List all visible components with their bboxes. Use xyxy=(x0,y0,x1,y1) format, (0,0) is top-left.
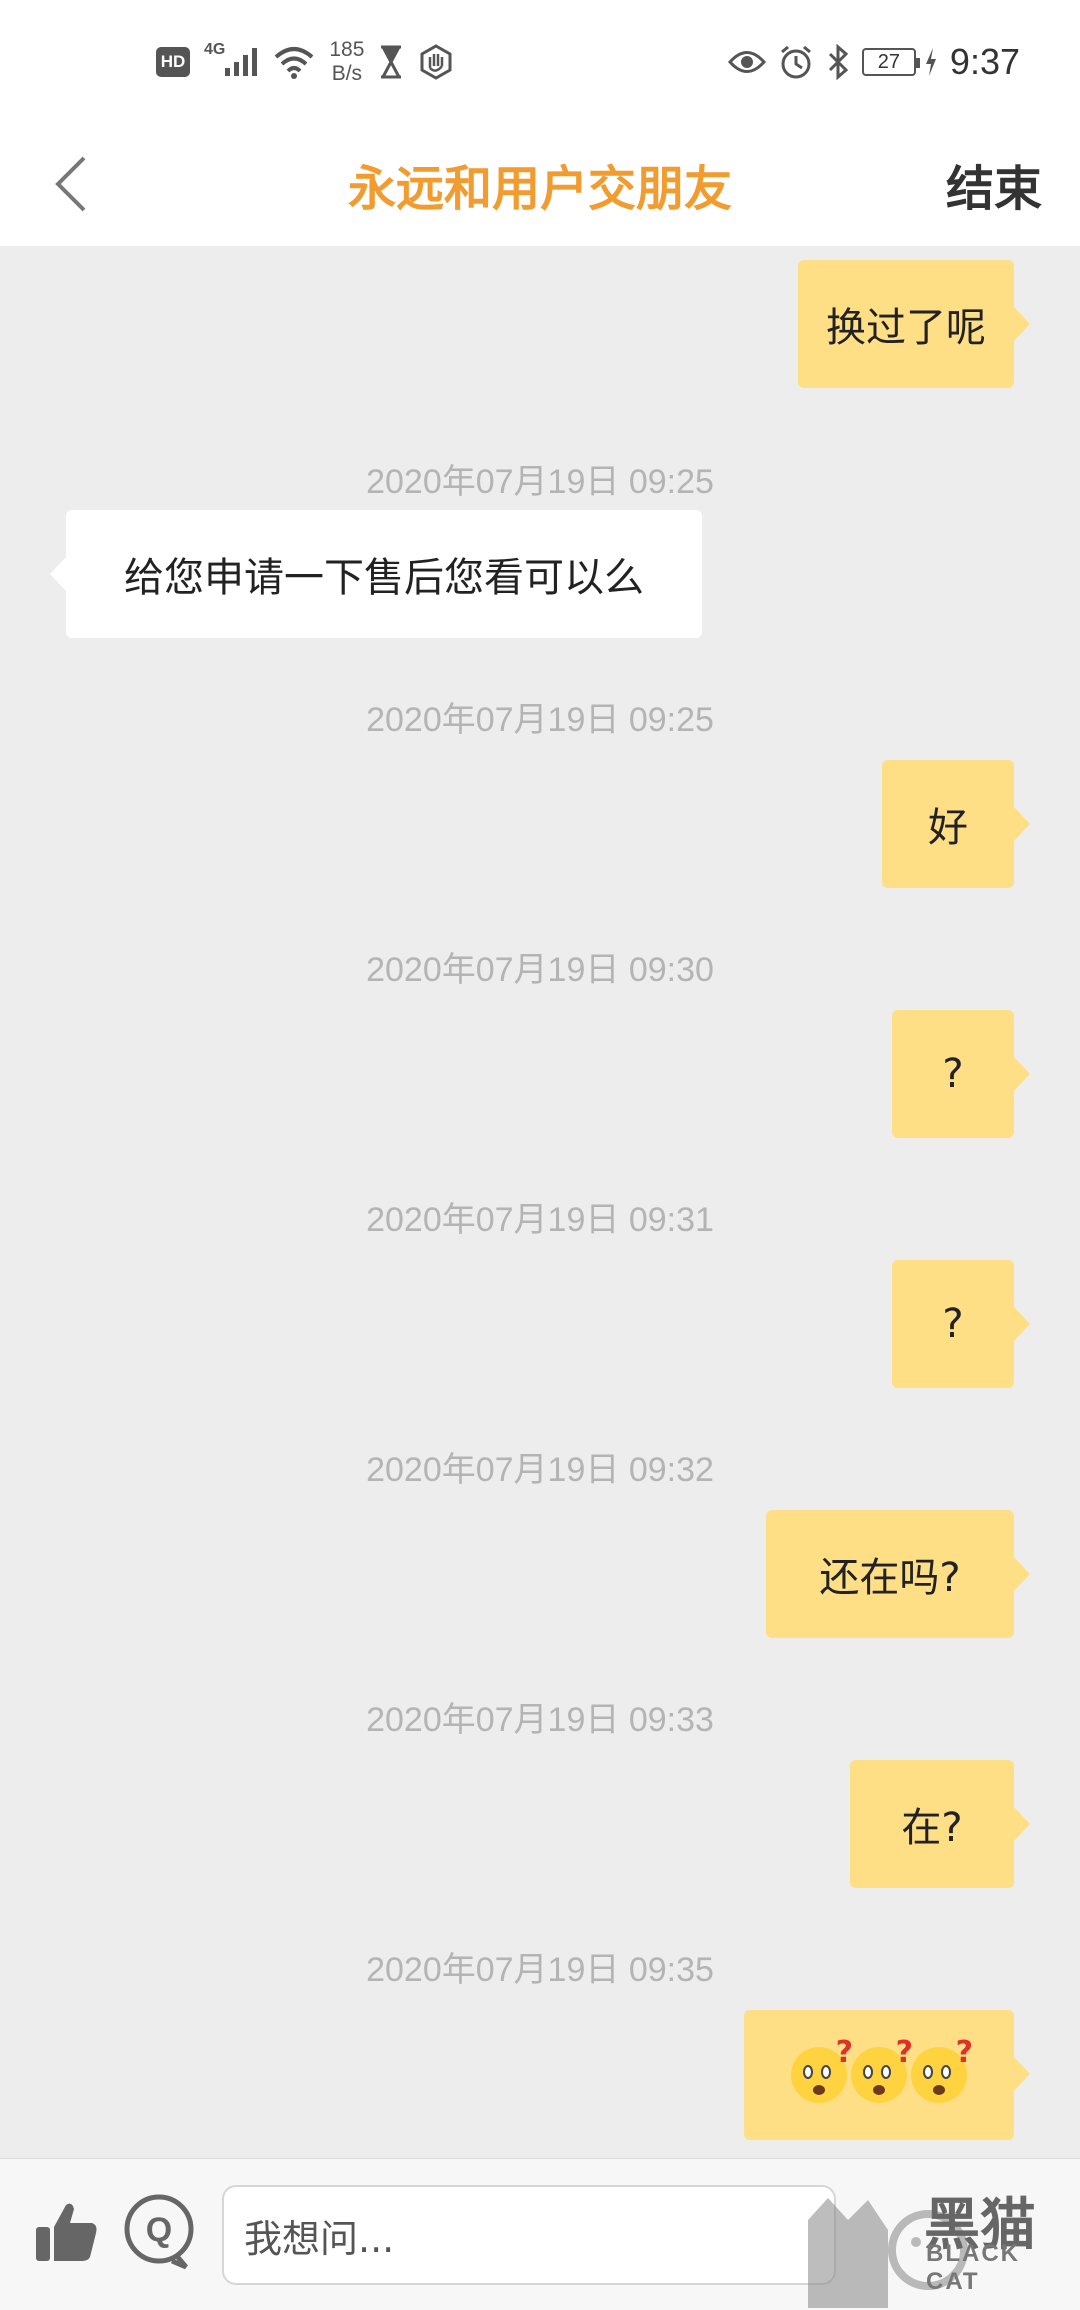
question-button[interactable]: Q xyxy=(120,2193,198,2271)
battery-icon: 27 xyxy=(861,48,920,76)
signal-icon xyxy=(225,48,258,76)
speed-value: 185 xyxy=(329,38,365,61)
message-timestamp: 2020年07月19日 09:25 xyxy=(366,701,714,739)
message-timestamp: 2020年07月19日 09:33 xyxy=(366,1701,714,1739)
message-text: 换过了呢 xyxy=(826,305,986,351)
message-timestamp: 2020年07月19日 09:25 xyxy=(366,463,714,501)
message-bubble-sent[interactable]: 在? xyxy=(850,1760,1030,1888)
thumbs-up-icon xyxy=(36,2203,97,2261)
status-time: 9:37 xyxy=(949,41,1020,82)
message-text: 好 xyxy=(928,805,968,851)
message-timestamp: 2020年07月19日 09:30 xyxy=(366,951,714,989)
message-bubble-sent[interactable]: 还在吗? xyxy=(766,1510,1030,1638)
like-button[interactable] xyxy=(32,2197,102,2267)
wifi-icon xyxy=(275,47,314,79)
message-text: 还在吗? xyxy=(819,1555,961,1601)
watermark-text-en: BLACK CAT xyxy=(926,2240,1020,2295)
network-speed: 185 B/s xyxy=(329,38,364,86)
alarm-icon xyxy=(780,45,811,79)
question-bubble-icon: Q xyxy=(124,2194,194,2270)
eye-icon xyxy=(727,51,766,73)
message-text: 在? xyxy=(901,1805,963,1851)
message-bubble-sent[interactable]: ? xyxy=(892,1260,1030,1388)
page-title: 永远和用户交朋友 xyxy=(347,161,732,217)
message-text: ? xyxy=(942,1051,964,1097)
message-timestamp: 2020年07月19日 09:32 xyxy=(366,1451,714,1489)
back-button[interactable] xyxy=(50,144,130,224)
hd-badge: HD xyxy=(156,47,190,77)
status-left: HD 4G 185 B/s xyxy=(156,36,454,88)
message-text: 给您申请一下售后您看可以么 xyxy=(124,555,644,601)
end-button[interactable]: 结束 xyxy=(946,150,1042,218)
message-input[interactable]: 我想问... xyxy=(222,2185,836,2285)
svg-text:Q: Q xyxy=(146,2211,172,2249)
message-bubble-sent[interactable]: 换过了呢 xyxy=(798,260,1030,388)
message-bubble-sent[interactable]: ? xyxy=(892,1010,1030,1138)
message-bubble-sent[interactable]: 好 xyxy=(882,760,1030,888)
confused-face-emoji: ? xyxy=(791,2035,853,2103)
message-text: ? xyxy=(942,1301,964,1347)
message-bubble-received[interactable]: 给您申请一下售后您看可以么 xyxy=(50,510,702,638)
message-timestamp: 2020年07月19日 09:35 xyxy=(366,1951,714,1989)
chat-area[interactable]: 换过了呢 2020年07月19日 09:25 给您申请一下售后您看可以么 202… xyxy=(0,246,1080,2158)
bluetooth-icon xyxy=(828,44,849,80)
message-bubble-sent[interactable]: ? ? ? xyxy=(744,2010,1030,2140)
chat-header: 永远和用户交朋友 结束 xyxy=(0,122,1080,246)
speed-unit: B/s xyxy=(331,62,363,85)
message-timestamp: 2020年07月19日 09:31 xyxy=(366,1201,714,1239)
hourglass-icon xyxy=(381,45,402,79)
charging-icon xyxy=(925,48,936,76)
confused-face-emoji: ? xyxy=(911,2035,973,2103)
chevron-left-icon xyxy=(55,156,86,212)
confused-face-emoji: ? xyxy=(851,2035,913,2103)
network-type: 4G xyxy=(204,41,226,58)
status-right: 27 9:37 xyxy=(727,36,1020,88)
status-bar: HD 4G 185 B/s 27 9:37 xyxy=(0,0,1080,122)
hand-icon xyxy=(420,44,452,80)
